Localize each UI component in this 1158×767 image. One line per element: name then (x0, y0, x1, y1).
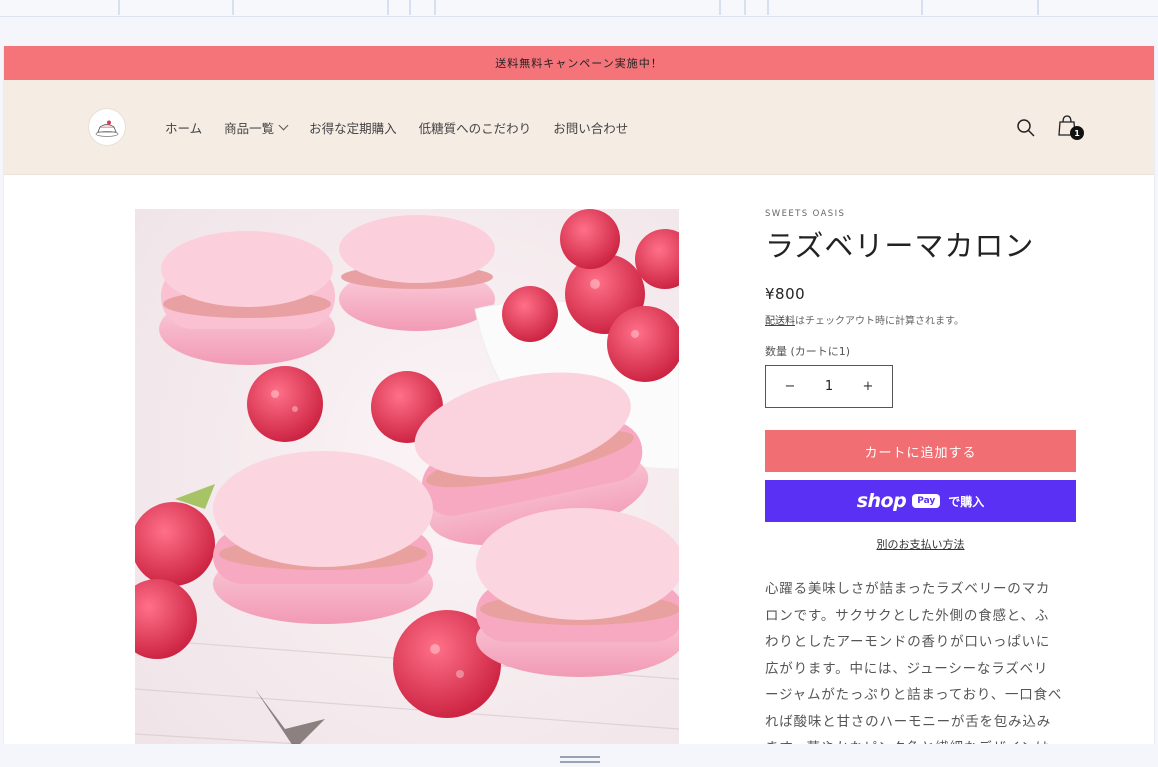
more-payment-options: 別のお支払い方法 (765, 536, 1076, 552)
search-button[interactable] (1016, 118, 1036, 138)
cake-logo-icon (95, 120, 119, 137)
toolbar-divider (1037, 0, 1039, 15)
cart-button[interactable]: 1 (1056, 114, 1084, 142)
shop-pay-label: で購入 (948, 494, 985, 509)
description-line: ロンです。サクサクとした外側の食感と、ふ (765, 607, 1050, 624)
product-price: ¥800 (765, 285, 806, 303)
store-preview-frame: 送料無料キャンペーン実施中！ ホーム 商品一覧 お得な定期購入 低糖質へのこだわ… (3, 46, 1155, 767)
toolbar-divider (434, 0, 436, 15)
announcement-text: 送料無料キャンペーン実施中！ (495, 57, 663, 70)
toolbar-divider (921, 0, 923, 15)
product-image[interactable] (135, 209, 679, 767)
shop-pay-logo: shop (856, 490, 907, 512)
preview-bottom-bar (0, 744, 1158, 767)
toolbar-divider (719, 0, 721, 15)
chevron-down-icon (278, 120, 289, 131)
pay-badge: Pay (912, 494, 941, 508)
shipping-note-text: はチェックアウト時に計算されます。 (795, 316, 964, 327)
toolbar-divider (767, 0, 769, 15)
description-line: れば酸味と甘さのハーモニーが舌を包み込み (765, 713, 1051, 730)
quantity-stepper: − 1 + (765, 365, 893, 408)
product-title: ラズベリーマカロン (765, 229, 1035, 263)
raspberry-macaron-photo (135, 209, 679, 767)
nav-item-products[interactable]: 商品一覧 (224, 118, 289, 137)
toolbar-divider (387, 0, 389, 15)
product-vendor: SWEETS OASIS (765, 209, 846, 219)
quantity-label: 数量 (カートに1) (765, 345, 851, 358)
store-logo[interactable] (88, 108, 126, 146)
nav-label: 商品一覧 (224, 121, 275, 136)
search-icon (1017, 119, 1035, 137)
shop-pay-button[interactable]: shop Pay で購入 (765, 480, 1076, 522)
toolbar-divider (232, 0, 234, 15)
nav-item-low-sugar[interactable]: 低糖質へのこだわり (419, 118, 532, 137)
shipping-note: 配送料はチェックアウト時に計算されます。 (765, 312, 1077, 327)
toolbar-divider (409, 0, 411, 15)
toolbar-divider (118, 0, 120, 15)
product-description: 心躍る美味しさが詰まったラズベリーのマカ ロンです。サクサクとした外側の食感と、… (765, 576, 1077, 762)
resize-handle[interactable] (560, 756, 600, 763)
nav-label: お得な定期購入 (309, 121, 397, 136)
nav-item-contact[interactable]: お問い合わせ (553, 118, 628, 137)
shipping-link[interactable]: 配送料 (765, 316, 795, 327)
nav-label: お問い合わせ (553, 121, 629, 136)
description-line: ージャムがたっぷりと詰まっており、一口食べ (765, 687, 1063, 703)
description-line: 広がります。中には、ジューシーなラズベリ (765, 660, 1049, 677)
editor-top-toolbar (0, 0, 1158, 17)
nav-label: ホーム (165, 121, 203, 136)
quantity-increase-button[interactable]: + (860, 379, 876, 394)
nav-item-home[interactable]: ホーム (165, 118, 202, 137)
nav-item-subscription[interactable]: お得な定期購入 (309, 118, 397, 137)
description-line: 心躍る美味しさが詰まったラズベリーのマカ (765, 581, 1051, 597)
main-navigation: ホーム 商品一覧 お得な定期購入 低糖質へのこだわり お問い合わせ (165, 80, 628, 175)
add-to-cart-button[interactable]: カートに追加する (765, 430, 1076, 472)
nav-label: 低糖質へのこだわり (418, 121, 532, 136)
description-line: わりとしたアーモンドの香りが口いっぱいに (765, 634, 1051, 650)
product-info: SWEETS OASIS ラズベリーマカロン ¥800 配送料はチェックアウト時… (765, 209, 1077, 762)
quantity-decrease-button[interactable]: − (782, 379, 798, 394)
quantity-input[interactable]: 1 (825, 379, 833, 394)
cart-count-badge: 1 (1070, 126, 1084, 140)
more-payment-link[interactable]: 別のお支払い方法 (877, 538, 965, 551)
toolbar-divider (744, 0, 746, 15)
announcement-bar: 送料無料キャンペーン実施中！ (4, 46, 1154, 80)
site-header: ホーム 商品一覧 お得な定期購入 低糖質へのこだわり お問い合わせ 1 (4, 80, 1154, 175)
